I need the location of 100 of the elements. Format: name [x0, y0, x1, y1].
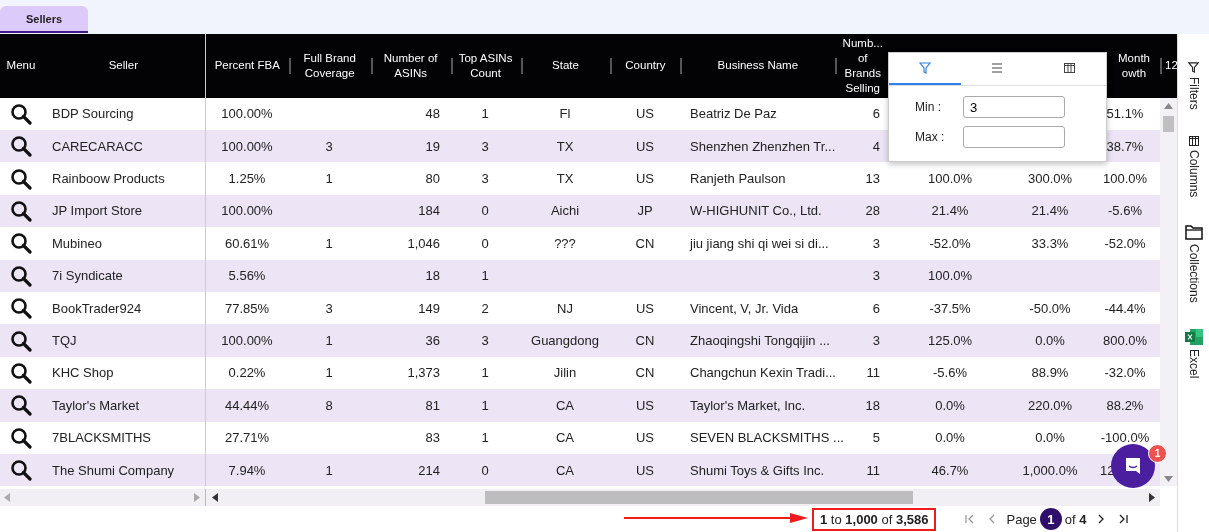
table-cell: Fl	[559, 106, 571, 122]
table-cell: CA	[555, 397, 575, 413]
search-icon[interactable]	[10, 361, 32, 384]
table-cell: 3	[872, 268, 880, 284]
table-cell: Shumi Toys & Gifts Inc.	[690, 462, 825, 478]
field-label: Max :	[915, 130, 946, 144]
table-cell: 7.94%	[228, 462, 266, 478]
table-cell: Changchun Kexin Tradi...	[690, 365, 836, 381]
search-icon[interactable]	[10, 167, 32, 190]
table-cell: 88.2%	[1106, 397, 1144, 413]
table-cell: 100.0%	[1102, 171, 1148, 187]
side-panel-button[interactable]: Columns	[1186, 135, 1201, 198]
table-cell: Aichi	[550, 203, 580, 219]
table-cell: 21.4%	[931, 203, 969, 219]
column-header[interactable]: Seller	[108, 58, 139, 74]
table-cell: Taylor's Market	[52, 397, 139, 413]
search-icon[interactable]	[10, 394, 32, 417]
table-cell: Rainboow Products	[52, 171, 165, 187]
search-icon[interactable]	[10, 426, 32, 449]
table-cell: -50.0%	[1029, 300, 1071, 316]
column-header[interactable]: Menu	[6, 58, 36, 74]
table-cell: 3	[481, 138, 489, 154]
table-cell: Zhaoqingshi Tongqijin ...	[690, 333, 830, 348]
table-cell: 5.56%	[228, 268, 266, 284]
vertical-scrollbar[interactable]	[1160, 97, 1177, 487]
table-cell: 3	[872, 333, 880, 348]
search-icon[interactable]	[10, 297, 32, 320]
table-cell: 11	[866, 462, 880, 478]
table-cell: 18	[865, 397, 880, 413]
table-cell: The Shumi Company	[52, 462, 175, 478]
chat-icon	[1123, 456, 1143, 476]
search-icon[interactable]	[10, 264, 32, 287]
column-header[interactable]: State	[552, 58, 579, 74]
scroll-left-icon[interactable]	[212, 493, 218, 503]
scroll-up-icon[interactable]	[1164, 102, 1173, 109]
table-cell: 1	[325, 462, 333, 478]
table-cell: W-HIGHUNIT Co., Ltd.	[690, 203, 822, 219]
scrollbar-thumb[interactable]	[485, 491, 913, 505]
table-cell: KHC Shop	[52, 365, 114, 381]
table-cell: Guangdong	[531, 333, 599, 348]
column-header[interactable]: Numb... of Brands Selling	[842, 35, 883, 96]
page-label: Page	[1006, 511, 1037, 527]
column-header[interactable]: Percent FBA	[214, 58, 280, 74]
table-cell: CA	[555, 462, 575, 478]
column-header[interactable]: Number of ASINs	[383, 50, 438, 81]
table-cell: -5.6%	[1108, 203, 1142, 219]
column-header[interactable]: Top ASINs Count	[458, 50, 513, 81]
table-cell: JP Import Store	[52, 203, 143, 219]
table-cell: 800.0%	[1102, 333, 1148, 348]
table-cell: 0	[481, 235, 489, 251]
table-cell: Ranjeth Paulson	[690, 171, 786, 187]
search-icon[interactable]	[10, 329, 32, 352]
scroll-down-icon[interactable]	[1164, 476, 1173, 483]
table-cell: JP	[637, 203, 653, 219]
tab[interactable]: Sellers	[0, 6, 88, 33]
table-cell: 44.44%	[224, 397, 270, 413]
table-cell: US	[635, 397, 655, 413]
table-cell: 1	[481, 106, 489, 122]
search-icon[interactable]	[10, 199, 32, 222]
input-field[interactable]: 3	[963, 96, 1065, 118]
table-cell: 1.25%	[228, 171, 266, 187]
search-icon[interactable]	[10, 232, 32, 255]
side-panel-button[interactable]: Excel	[1184, 328, 1203, 379]
side-panel-button[interactable]: Collections	[1184, 223, 1203, 303]
column-header[interactable]: Country	[625, 58, 666, 74]
table-cell: 1	[481, 430, 489, 446]
table-cell: 1	[325, 235, 333, 251]
table-cell: 19	[425, 138, 440, 154]
column-header[interactable]: Business Name	[717, 58, 799, 74]
scrollbar-thumb[interactable]	[1163, 115, 1174, 132]
chat-button[interactable]	[1111, 444, 1155, 488]
table-cell: 38.7%	[1106, 138, 1144, 154]
table-cell: 1	[325, 333, 333, 348]
table-cell: Mubineo	[52, 235, 102, 251]
column-header[interactable]: Month owth	[1118, 50, 1150, 81]
table-cell: 80	[425, 171, 440, 187]
search-icon[interactable]	[10, 102, 32, 125]
table-cell: Taylor's Market, Inc.	[690, 397, 806, 413]
table-cell: 27.71%	[224, 430, 270, 446]
table-cell: 6	[872, 106, 880, 122]
search-icon[interactable]	[10, 459, 32, 482]
spreadsheet-icon	[1184, 328, 1203, 345]
table-cell: SEVEN BLACKSMITHS ...	[690, 430, 844, 446]
table-cell: 149	[418, 300, 440, 316]
table-cell: 5	[872, 430, 880, 446]
table-cell: 46.7%	[931, 462, 969, 478]
filter-icon	[919, 62, 932, 74]
menu-icon	[991, 63, 1004, 73]
side-panel-button[interactable]: Filters	[1186, 62, 1201, 110]
search-icon[interactable]	[10, 135, 32, 158]
column-header[interactable]: Full Brand Coverage	[303, 50, 356, 81]
table-cell: 0	[481, 203, 489, 219]
input-field[interactable]	[963, 126, 1065, 148]
table-cell: 0.22%	[228, 365, 266, 381]
columns-icon	[1064, 63, 1076, 73]
table-cell: NJ	[557, 300, 573, 316]
table-cell: 3	[481, 333, 489, 348]
scroll-right-icon[interactable]	[1149, 493, 1155, 503]
column-header[interactable]: 12	[1165, 58, 1177, 74]
table-cell: jiu jiang shi qi wei si di...	[690, 235, 829, 251]
